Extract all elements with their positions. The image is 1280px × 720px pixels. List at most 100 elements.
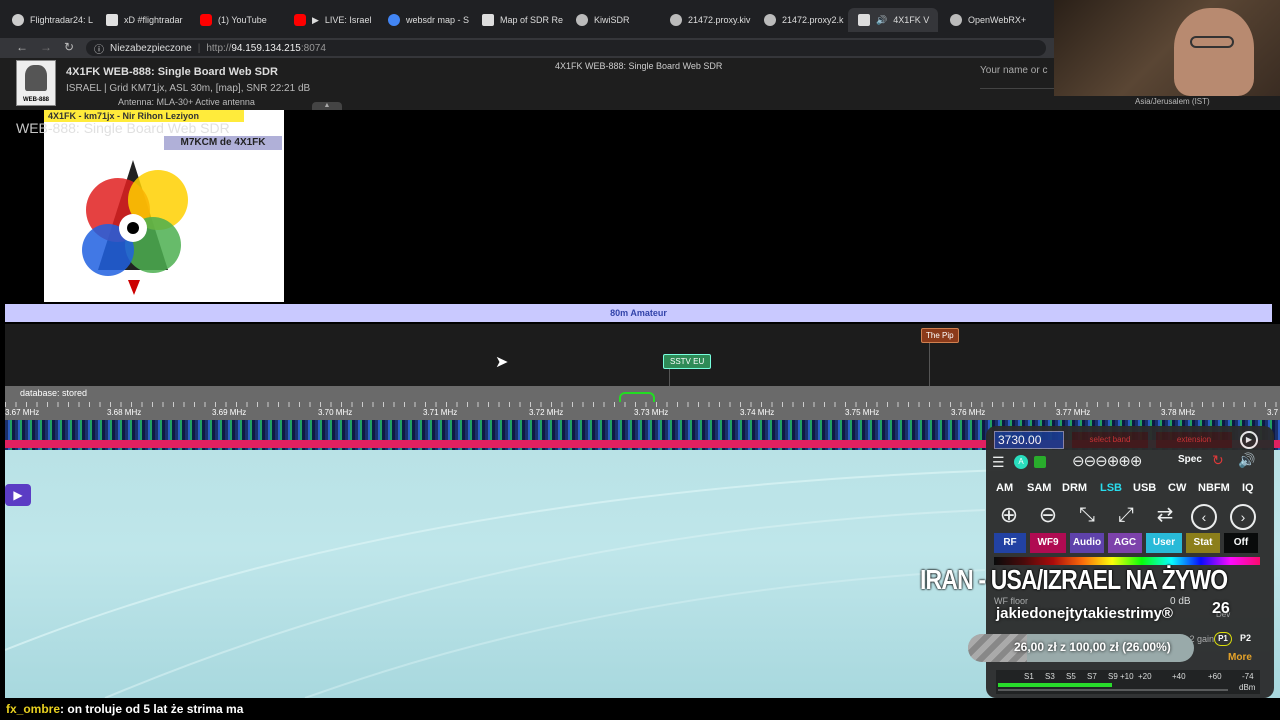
mode-sam[interactable]: SAM — [1027, 482, 1051, 494]
scale-label: 3.69 MHz — [212, 408, 247, 417]
webcam-overlay — [1054, 0, 1280, 96]
station-labels-area: SSTV EU The Pip ➤ — [5, 324, 1280, 386]
tab-youtube[interactable]: (1) YouTube — [190, 8, 282, 32]
timezone-label: Asia/Jerusalem (IST) — [1135, 97, 1210, 106]
flightradar-icon — [12, 14, 24, 26]
emblem-graphic — [82, 160, 188, 295]
tab-live-israel[interactable]: ▶ LIVE: Israel — [284, 8, 376, 32]
scale-label: 3.72 MHz — [529, 408, 564, 417]
url-port: :8074 — [300, 42, 326, 54]
frequency-input[interactable]: 3730.00 — [994, 431, 1064, 449]
mode-cw[interactable]: CW — [1168, 482, 1186, 494]
tab-wf9[interactable]: WF9 — [1030, 533, 1066, 553]
tab-kiwisdr[interactable]: KiwiSDR — [566, 8, 658, 32]
preset-p1-button[interactable]: P1 — [1214, 632, 1232, 646]
scale-label: 3.75 MHz — [845, 408, 880, 417]
twitter-x-icon — [106, 14, 118, 26]
play-icon: ▶ — [312, 14, 319, 25]
tab-agc[interactable]: AGC — [1108, 533, 1142, 553]
tab-4x1fk[interactable]: 🔊4X1FK V✕ — [848, 8, 938, 32]
openwebrx-icon — [950, 14, 962, 26]
main-top-area: 4X1FK - km71jx - Nir Rihon Leziyon M7KCM… — [0, 110, 1280, 302]
tab-proxy-kiv[interactable]: 21472.proxy.kiv — [660, 8, 752, 32]
menu-icon[interactable]: ☰ — [992, 454, 1005, 471]
tab-proxy2[interactable]: 21472.proxy2.k — [754, 8, 846, 32]
speaker-icon: 🔊 — [876, 14, 888, 25]
center-title: 4X1FK WEB-888: Single Board Web SDR — [555, 61, 723, 71]
wf-floor-value: 0 dB — [1170, 596, 1191, 607]
extension-dropdown[interactable]: extension — [1156, 432, 1232, 448]
collapse-arrow-icon[interactable]: ▲ — [312, 102, 342, 110]
label-the-pip[interactable]: The Pip — [921, 328, 959, 343]
donation-text: 26,00 zł z 100,00 zł (26.00%) — [1014, 640, 1171, 654]
band-bar[interactable]: 80m Amateur — [5, 304, 1272, 322]
mode-drm[interactable]: DRM — [1062, 482, 1087, 494]
play-icon[interactable]: ▶ — [1240, 431, 1258, 449]
mode-iq[interactable]: IQ — [1242, 482, 1254, 494]
chat-user: fx_ombre — [6, 702, 61, 716]
chat-line: fx_ombre: on troluje od 5 lat że strima … — [0, 698, 1280, 720]
frequency-scale[interactable]: database: stored 3.67 MHz 3.68 MHz 3.69 … — [5, 386, 1280, 420]
tab-map-sdr[interactable]: Map of SDR Re — [472, 8, 564, 32]
receiver-location[interactable]: ISRAEL | Grid KM71jx, ASL 30m, [map], SN… — [66, 83, 310, 94]
kiwi-icon — [670, 14, 682, 26]
database-status: database: stored — [20, 388, 88, 398]
back-icon[interactable]: ← — [16, 40, 28, 54]
tab-stat[interactable]: Stat — [1186, 533, 1220, 553]
scale-ticks — [5, 402, 1280, 407]
glasses-shape — [1190, 36, 1234, 48]
channel-name: jakiedonejtytakiestrimy® — [996, 605, 1173, 622]
tab-user[interactable]: User — [1146, 533, 1182, 553]
mode-lsb[interactable]: LSB — [1100, 482, 1122, 494]
tab-audio[interactable]: Audio — [1070, 533, 1104, 553]
swap-icon[interactable]: ⇄ — [1152, 504, 1178, 530]
scale-label: 3.78 MHz — [1161, 408, 1196, 417]
tab-flightradar[interactable]: Flightradar24: L — [2, 8, 94, 32]
youtube-icon — [294, 14, 306, 26]
mode-usb[interactable]: USB — [1133, 482, 1156, 494]
streamer-face — [1174, 8, 1254, 96]
receiver-title: 4X1FK WEB-888: Single Board Web SDR — [66, 66, 278, 78]
tab-off[interactable]: Off — [1224, 533, 1258, 553]
tab-openwebrx[interactable]: OpenWebRX+ — [940, 8, 1040, 32]
scale-label: 3.67 MHz — [5, 408, 40, 417]
url-field[interactable]: ⓘ Niezabezpieczone | http://94.159.134.2… — [86, 40, 1046, 56]
reload-icon[interactable]: ↻ — [64, 40, 74, 54]
auto-icon[interactable]: A — [1014, 455, 1028, 469]
youtube-icon — [200, 14, 212, 26]
s-meter-level — [998, 683, 1112, 687]
overlay-title: WEB-888: Single Board Web SDR — [16, 120, 230, 136]
zoom-max-icon[interactable]: ⤢ — [1113, 504, 1139, 530]
kiwi-icon — [764, 14, 776, 26]
tab-websdr-map[interactable]: websdr map - S — [378, 8, 470, 32]
kiwi-icon — [576, 14, 588, 26]
tab-rf[interactable]: RF — [994, 533, 1026, 553]
mode-nbfm[interactable]: NBFM — [1198, 482, 1230, 494]
forward-icon[interactable]: → — [40, 40, 52, 54]
mode-am[interactable]: AM — [996, 482, 1013, 494]
mouse-cursor-icon: ➤ — [495, 354, 509, 371]
zoom-fit-icon[interactable]: ⤡ — [1074, 504, 1100, 530]
preset-p2-button[interactable]: P2 — [1240, 633, 1251, 643]
zoom-out-icon[interactable]: ⊖ — [1035, 504, 1061, 530]
label-sstv-eu[interactable]: SSTV EU — [663, 354, 712, 369]
play-icon[interactable]: ▶ — [5, 484, 31, 506]
name-input[interactable]: Your name or c — [980, 65, 1054, 89]
chevron-right-icon[interactable]: › — [1230, 504, 1256, 530]
volume-icon[interactable]: 🔊 — [1238, 452, 1255, 469]
select-band-dropdown[interactable]: select band — [1072, 432, 1148, 448]
url-host: 94.159.134.215 — [231, 42, 301, 54]
scale-label: 3.7 — [1267, 408, 1279, 417]
chevron-left-icon[interactable]: ‹ — [1191, 504, 1217, 530]
tab-xd-flightradar[interactable]: xD #flightradar — [96, 8, 188, 32]
receiver-antenna: Antenna: MLA-30+ Active antenna — [118, 97, 255, 107]
zoom-step-icons[interactable]: ⊖⊖⊖⊕⊕⊕ — [1072, 452, 1142, 470]
refresh-icon[interactable]: ↻ — [1212, 452, 1224, 469]
spec-button[interactable]: Spec — [1178, 454, 1202, 465]
edit-icon[interactable] — [1034, 456, 1046, 468]
zoom-in-icon[interactable]: ⊕ — [996, 504, 1022, 530]
scale-label: 3.74 MHz — [740, 408, 775, 417]
sdr-icon — [858, 14, 870, 26]
more-button[interactable]: More — [1228, 652, 1252, 663]
passband-marker[interactable] — [619, 392, 655, 402]
